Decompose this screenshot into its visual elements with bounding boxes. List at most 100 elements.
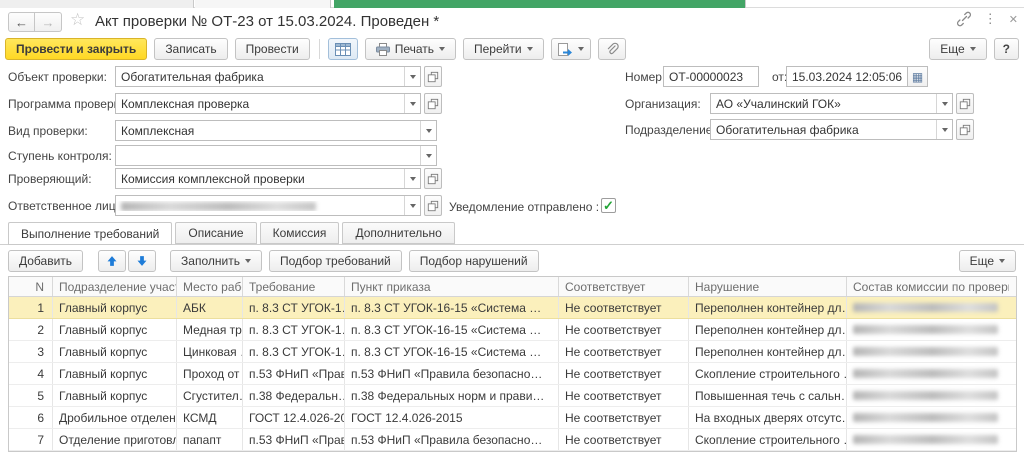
table-row[interactable]: 2Главный корпусМедная тр… п. 8.3 СТ УГОК-…	[9, 319, 1016, 341]
active-window-tab-indicator[interactable]	[334, 0, 746, 8]
table-cell[interactable]: Главный корпус	[53, 297, 177, 318]
table-cell[interactable]: Дробильное отделение	[53, 407, 177, 428]
open-item-button[interactable]	[956, 119, 974, 140]
column-header[interactable]: Соответствует	[559, 277, 689, 296]
dropdown-button[interactable]	[936, 120, 952, 139]
table-cell[interactable]: АБК	[177, 297, 243, 318]
open-item-button[interactable]	[956, 93, 974, 114]
tab-3[interactable]: Дополнительно	[342, 222, 454, 244]
window-tab[interactable]	[195, 0, 331, 8]
table-cell[interactable]: ГОСТ 12.4.026-2015	[345, 407, 559, 428]
table-cell[interactable]: Не соответствует	[559, 363, 689, 384]
column-header[interactable]: Пункт приказа	[345, 277, 559, 296]
table-cell[interactable]: Скопление строительного …	[689, 429, 847, 450]
tab-1[interactable]: Описание	[175, 222, 256, 244]
table-cell[interactable]: папапт	[177, 429, 243, 450]
table-row[interactable]: 5Главный корпусСгустител…п.38 Федеральн……	[9, 385, 1016, 407]
table-cell[interactable]: Главный корпус	[53, 363, 177, 384]
table-cell[interactable]: п. 8.3 СТ УГОК-16-15 «Система …	[345, 319, 559, 340]
date-input[interactable]: 15.03.2024 12:05:06	[786, 66, 908, 87]
table-cell-commission[interactable]	[847, 429, 1009, 450]
table-cell[interactable]: п.53 ФНиП «Правила безопасно…	[345, 363, 559, 384]
table-cell[interactable]: п.38 Федеральных норм и прави…	[345, 385, 559, 406]
table-cell-commission[interactable]	[847, 363, 1009, 384]
table-cell[interactable]: Не соответствует	[559, 297, 689, 318]
calendar-picker-button[interactable]: ▦	[908, 66, 928, 87]
pick-violations-button[interactable]: Подбор нарушений	[409, 250, 539, 272]
goto-button[interactable]: Перейти	[463, 38, 544, 60]
field-combo[interactable]: Комиссия комплексной проверки	[115, 168, 421, 189]
table-cell[interactable]: Не соответствует	[559, 341, 689, 362]
table-cell[interactable]: Не соответствует	[559, 429, 689, 450]
table-cell[interactable]: 5	[9, 385, 53, 406]
move-up-button[interactable]	[98, 250, 126, 272]
table-cell[interactable]: п.53 ФНиП «Прав…	[243, 363, 345, 384]
column-header[interactable]: Место работ	[177, 277, 243, 296]
column-header[interactable]: Нарушение	[689, 277, 847, 296]
table-cell-commission[interactable]	[847, 341, 1009, 362]
pick-requirements-button[interactable]: Подбор требований	[269, 250, 402, 272]
table-row[interactable]: 1Главный корпусАБКп. 8.3 СТ УГОК-1…п. 8.…	[9, 297, 1016, 319]
table-row[interactable]: 3Главный корпусЦинковая …п. 8.3 СТ УГОК-…	[9, 341, 1016, 363]
move-down-button[interactable]	[128, 250, 156, 272]
close-icon[interactable]: ✕	[1009, 13, 1018, 26]
table-cell[interactable]: Проход от …	[177, 363, 243, 384]
table-cell[interactable]: Главный корпус	[53, 341, 177, 362]
table-cell[interactable]: 3	[9, 341, 53, 362]
column-header[interactable]: N	[9, 277, 53, 296]
post-and-close-button[interactable]: Провести и закрыть	[5, 38, 147, 60]
print-button[interactable]: Печать	[365, 38, 456, 60]
table-cell[interactable]: 6	[9, 407, 53, 428]
kebab-menu-icon[interactable]: ⋮	[984, 11, 997, 27]
link-icon[interactable]	[956, 11, 972, 27]
back-button[interactable]: ←	[8, 12, 35, 32]
table-row[interactable]: 6Дробильное отделениеКСМДГОСТ 12.4.026-2…	[9, 407, 1016, 429]
forward-button[interactable]: →	[35, 12, 62, 32]
table-cell-commission[interactable]	[847, 319, 1009, 340]
table-cell[interactable]: ГОСТ 12.4.026-20…	[243, 407, 345, 428]
table-more-button[interactable]: Еще	[959, 250, 1016, 272]
table-cell[interactable]: Не соответствует	[559, 407, 689, 428]
table-cell[interactable]: Сгустител…	[177, 385, 243, 406]
table-cell[interactable]: Главный корпус	[53, 319, 177, 340]
table-cell[interactable]: Медная тр…	[177, 319, 243, 340]
table-row[interactable]: 7Отделение приготовл…папаптп.53 ФНиП «Пр…	[9, 429, 1016, 451]
table-cell[interactable]: п. 8.3 СТ УГОК-1…	[243, 341, 345, 362]
table-cell[interactable]: п. 8.3 СТ УГОК-1…	[243, 297, 345, 318]
dropdown-button[interactable]	[936, 94, 952, 113]
favorite-star-icon[interactable]: ☆	[70, 10, 85, 30]
tab-2[interactable]: Комиссия	[260, 222, 340, 244]
table-cell[interactable]: 1	[9, 297, 53, 318]
table-cell[interactable]: Переполнен контейнер дл…	[689, 297, 847, 318]
send-button[interactable]	[551, 38, 591, 60]
save-button[interactable]: Записать	[154, 38, 227, 60]
notification-checkbox[interactable]: ✓	[601, 198, 616, 213]
table-cell[interactable]: Переполнен контейнер дл…	[689, 341, 847, 362]
field-combo[interactable]	[115, 145, 437, 166]
table-cell[interactable]: 2	[9, 319, 53, 340]
fill-button[interactable]: Заполнить	[170, 250, 262, 272]
table-row[interactable]: 4Главный корпусПроход от …п.53 ФНиП «Пра…	[9, 363, 1016, 385]
table-cell-commission[interactable]	[847, 297, 1009, 318]
number-input[interactable]: ОТ-00000023	[663, 66, 759, 87]
open-item-button[interactable]	[424, 168, 442, 189]
table-cell[interactable]: Отделение приготовл…	[53, 429, 177, 450]
table-cell[interactable]: 7	[9, 429, 53, 450]
attachment-button[interactable]	[598, 38, 626, 60]
table-cell[interactable]: п. 8.3 СТ УГОК-16-15 «Система …	[345, 297, 559, 318]
organization-combo[interactable]: АО «Учалинский ГОК»	[710, 93, 953, 114]
table-cell[interactable]: Повышенная течь с сальн…	[689, 385, 847, 406]
table-cell-commission[interactable]	[847, 407, 1009, 428]
column-header[interactable]: Требование	[243, 277, 345, 296]
table-cell[interactable]: Не соответствует	[559, 319, 689, 340]
table-cell[interactable]: Переполнен контейнер дл…	[689, 319, 847, 340]
department-combo[interactable]: Обогатительная фабрика	[710, 119, 953, 140]
dropdown-button[interactable]	[420, 146, 436, 165]
column-header[interactable]: Состав комиссии по проверке	[847, 277, 1009, 296]
help-button[interactable]: ?	[994, 38, 1019, 60]
more-button[interactable]: Еще	[929, 38, 986, 60]
window-tab[interactable]	[0, 0, 194, 8]
table-cell[interactable]: На входных дверях отсутс…	[689, 407, 847, 428]
dropdown-button[interactable]	[404, 169, 420, 188]
table-cell[interactable]: п. 8.3 СТ УГОК-16-15 «Система …	[345, 341, 559, 362]
